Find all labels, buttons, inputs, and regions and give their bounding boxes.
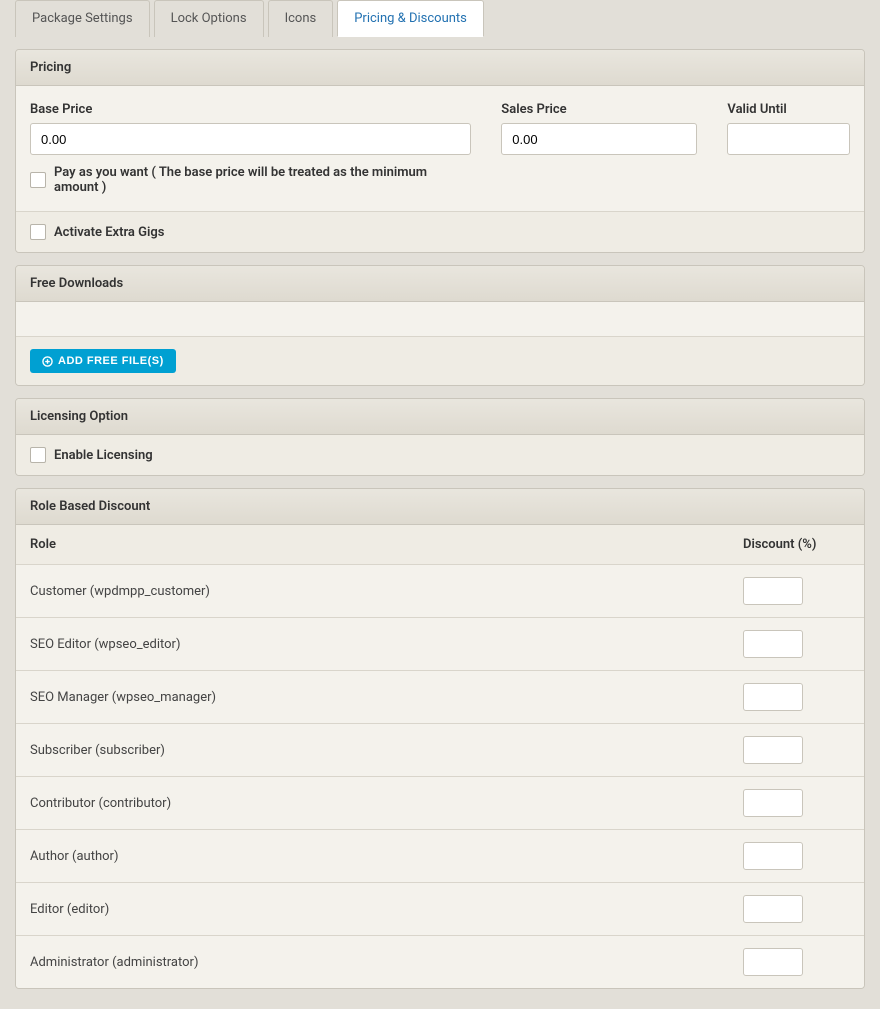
add-free-file-button[interactable]: ADD FREE FILE(S) [30,349,176,373]
plus-circle-icon [42,356,53,367]
pricing-panel: Pricing Base Price Pay as you want ( The… [15,49,865,253]
discount-input[interactable] [743,683,803,711]
table-row: Subscriber (subscriber) [16,724,864,777]
role-discount-panel: Role Based Discount Role Discount (%) Cu… [15,488,865,989]
tab-icons[interactable]: Icons [268,0,334,37]
discount-input[interactable] [743,736,803,764]
licensing-panel: Licensing Option Enable Licensing [15,398,865,476]
enable-licensing-label: Enable Licensing [54,448,153,463]
sales-price-label: Sales Price [501,102,697,117]
table-row: SEO Editor (wpseo_editor) [16,618,864,671]
role-discount-header: Role Based Discount [16,489,864,525]
role-cell: SEO Editor (wpseo_editor) [16,618,729,671]
discount-input[interactable] [743,948,803,976]
discount-input[interactable] [743,577,803,605]
role-cell: Administrator (administrator) [16,936,729,989]
discount-cell [729,565,864,618]
tab-pricing-discounts[interactable]: Pricing & Discounts [337,0,484,37]
discount-cell [729,671,864,724]
discount-cell [729,936,864,989]
role-discount-table: Role Discount (%) Customer (wpdmpp_custo… [16,525,864,988]
table-row: Customer (wpdmpp_customer) [16,565,864,618]
valid-until-label: Valid Until [727,102,850,117]
add-free-file-label: ADD FREE FILE(S) [58,355,164,367]
free-downloads-panel: Free Downloads ADD FREE FILE(S) [15,265,865,386]
discount-input[interactable] [743,895,803,923]
base-price-label: Base Price [30,102,471,117]
role-cell: Subscriber (subscriber) [16,724,729,777]
discount-cell [729,883,864,936]
tab-bar: Package Settings Lock Options Icons Pric… [15,0,865,37]
col-discount: Discount (%) [729,525,864,565]
table-row: Author (author) [16,830,864,883]
discount-cell [729,618,864,671]
table-row: SEO Manager (wpseo_manager) [16,671,864,724]
activate-extra-gigs-checkbox[interactable] [30,224,46,240]
discount-input[interactable] [743,842,803,870]
tab-lock-options[interactable]: Lock Options [154,0,264,37]
table-row: Administrator (administrator) [16,936,864,989]
discount-cell [729,830,864,883]
col-role: Role [16,525,729,565]
enable-licensing-checkbox[interactable] [30,447,46,463]
pricing-header: Pricing [16,50,864,86]
role-cell: Contributor (contributor) [16,777,729,830]
table-row: Editor (editor) [16,883,864,936]
pay-as-you-want-label: Pay as you want ( The base price will be… [54,165,471,195]
valid-until-input[interactable] [727,123,850,155]
pay-as-you-want-checkbox[interactable] [30,172,46,188]
discount-input[interactable] [743,630,803,658]
discount-cell [729,777,864,830]
sales-price-input[interactable] [501,123,697,155]
table-row: Contributor (contributor) [16,777,864,830]
tab-package-settings[interactable]: Package Settings [15,0,150,37]
discount-input[interactable] [743,789,803,817]
base-price-input[interactable] [30,123,471,155]
role-cell: Editor (editor) [16,883,729,936]
licensing-header: Licensing Option [16,399,864,435]
activate-extra-gigs-label: Activate Extra Gigs [54,225,164,240]
discount-cell [729,724,864,777]
free-downloads-body [16,302,864,336]
free-downloads-header: Free Downloads [16,266,864,302]
role-cell: Customer (wpdmpp_customer) [16,565,729,618]
role-cell: Author (author) [16,830,729,883]
role-cell: SEO Manager (wpseo_manager) [16,671,729,724]
